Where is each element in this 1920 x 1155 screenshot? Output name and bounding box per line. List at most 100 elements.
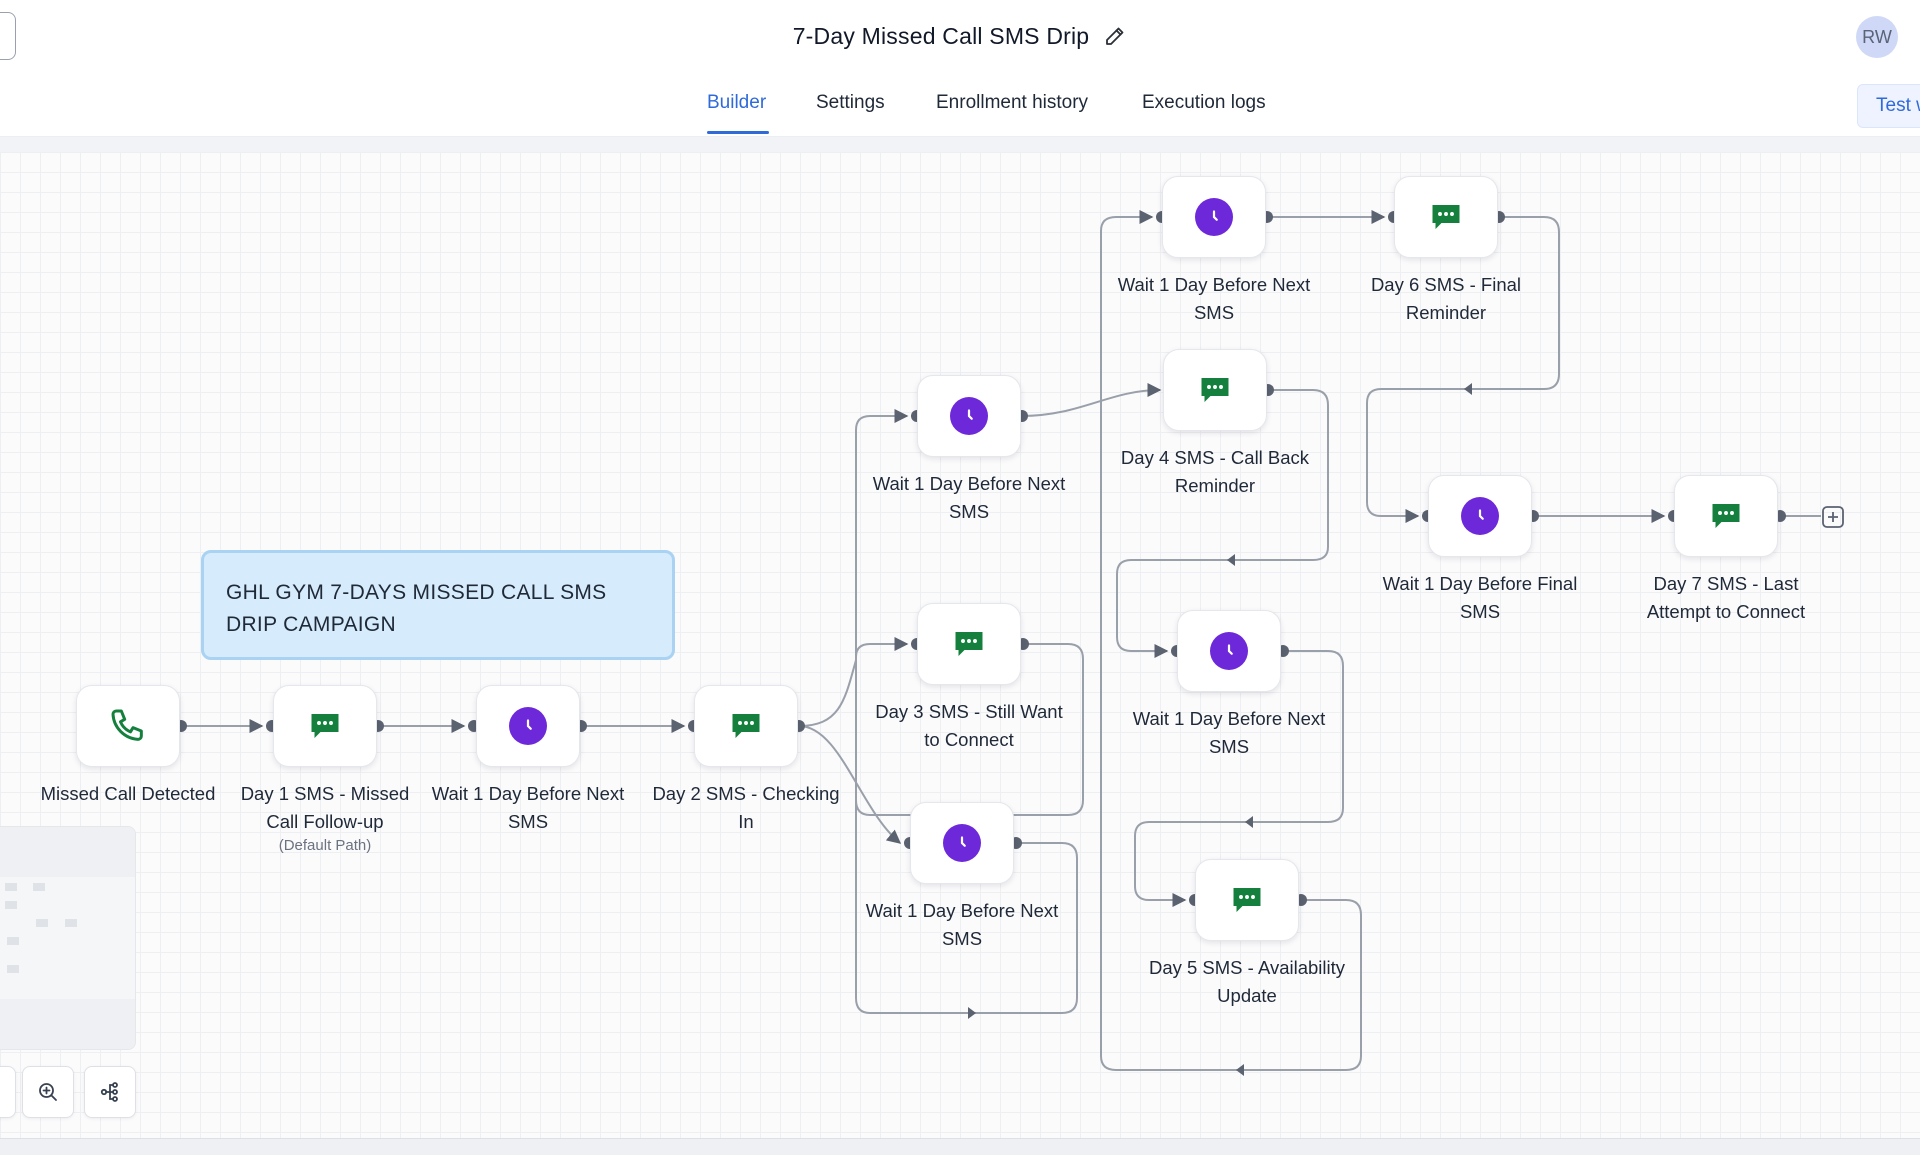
default-path-label: (Default Path): [278, 837, 372, 854]
sms-icon: [951, 626, 987, 662]
node-label-day4-line2: Reminder: [1174, 475, 1256, 496]
sms-icon: [1428, 199, 1464, 235]
node-label-wait4: Wait 1 Day Before Final SMS: [1370, 570, 1590, 626]
node-label-wait-a: Wait 1 Day Before Next SMS: [859, 470, 1079, 526]
node-label-wait-b: Wait 1 Day Before Next SMS: [1104, 271, 1324, 327]
canvas-top-strip: [0, 137, 1920, 152]
canvas-control-partial[interactable]: [0, 1066, 16, 1118]
campaign-note[interactable]: GHL GYM 7-DAYS MISSED CALL SMS DRIP CAMP…: [201, 550, 675, 660]
edit-pencil-icon[interactable]: [1103, 24, 1127, 48]
minimap-node: [5, 901, 17, 909]
action-node-day3-sms[interactable]: [917, 603, 1021, 685]
trigger-node-missed-call[interactable]: [76, 685, 180, 767]
minimap-node: [7, 965, 19, 973]
node-label-day3-line1: Day 3 SMS - Still Want: [875, 701, 1063, 722]
node-label-day4-line1: Day 4 SMS - Call Back: [1120, 447, 1310, 468]
minimap-header: [0, 827, 135, 877]
node-label-day5: Day 5 SMS - Availability Update: [1137, 954, 1357, 1010]
minimap-node: [36, 919, 48, 927]
clock-icon: [1461, 497, 1499, 535]
node-label-wait1: Wait 1 Day Before Next SMS: [418, 780, 638, 836]
node-label-day1: Day 1 SMS - Missed Call Follow-up: [215, 780, 435, 836]
node-label-wait4-line2: SMS: [1459, 601, 1501, 622]
node-label-wait-a-line1: Wait 1 Day Before Next: [872, 473, 1066, 494]
note-line-2: DRIP CAMPAIGN: [226, 613, 396, 636]
node-label-day2-line1: Day 2 SMS - Checking: [652, 783, 840, 804]
action-node-day4-sms[interactable]: [1163, 349, 1267, 431]
node-label-wait3: Wait 1 Day Before Next SMS: [1119, 705, 1339, 761]
minimap-node: [65, 919, 77, 927]
action-node-day2-sms[interactable]: [694, 685, 798, 767]
zoom-in-button[interactable]: [22, 1066, 74, 1118]
clock-icon: [950, 397, 988, 435]
clock-icon: [509, 707, 547, 745]
node-label-wait2-line1: Wait 1 Day Before Next: [865, 900, 1059, 921]
wait-node-1[interactable]: [476, 685, 580, 767]
sms-icon: [1708, 498, 1744, 534]
node-label-wait3-line2: SMS: [1208, 736, 1250, 757]
minimap-node: [33, 883, 45, 891]
auto-layout-button[interactable]: [84, 1066, 136, 1118]
node-label-day6: Day 6 SMS - Final Reminder: [1336, 271, 1556, 327]
action-node-day1-sms[interactable]: [273, 685, 377, 767]
node-label-day7: Day 7 SMS - Last Attempt to Connect: [1616, 570, 1836, 626]
node-label-wait1-line1: Wait 1 Day Before Next: [431, 783, 625, 804]
tab-enrollment-history[interactable]: Enrollment history: [936, 92, 1088, 114]
workflow-title: 7-Day Missed Call SMS Drip: [792, 22, 1090, 49]
tab-builder[interactable]: Builder: [707, 92, 766, 114]
node-label-day7-line1: Day 7 SMS - Last: [1653, 573, 1799, 594]
clock-icon: [1195, 198, 1233, 236]
node-label-day5-line2: Update: [1217, 985, 1277, 1006]
node-label-day2-line2: In: [738, 811, 754, 832]
zoom-in-icon: [39, 1083, 57, 1101]
node-label-wait4-line1: Wait 1 Day Before Final: [1382, 573, 1578, 594]
node-label-day4: Day 4 SMS - Call Back Reminder: [1105, 444, 1325, 500]
node-label-day7-line2: Attempt to Connect: [1646, 601, 1806, 622]
wait-node-3[interactable]: [1177, 610, 1281, 692]
node-label-wait2: Wait 1 Day Before Next SMS: [852, 897, 1072, 953]
note-line-1: GHL GYM 7-DAYS MISSED CALL SMS: [226, 581, 607, 604]
minimap-node: [7, 937, 19, 945]
active-tab-indicator: [707, 131, 769, 134]
app-header: 7-Day Missed Call SMS Drip RW: [0, 0, 1920, 73]
minimap-node: [5, 883, 17, 891]
clock-icon: [1210, 632, 1248, 670]
wait-node-4[interactable]: [1428, 475, 1532, 557]
tab-bar: Builder Settings Enrollment history Exec…: [0, 72, 1920, 137]
minimap-footer: [0, 999, 135, 1049]
action-node-day7-sms[interactable]: [1674, 475, 1778, 557]
node-label-wait-b-line2: SMS: [1193, 302, 1235, 323]
tab-settings[interactable]: Settings: [816, 92, 885, 114]
user-avatar[interactable]: RW: [1856, 16, 1898, 58]
node-label-day3: Day 3 SMS - Still Want to Connect: [859, 698, 1079, 754]
test-workflow-button[interactable]: Test w: [1857, 84, 1920, 128]
node-label-trigger: Missed Call Detected: [40, 783, 216, 804]
sms-icon: [307, 708, 343, 744]
wait-node-a[interactable]: [917, 375, 1021, 457]
tab-execution-logs[interactable]: Execution logs: [1142, 92, 1266, 114]
node-label-wait2-line2: SMS: [941, 928, 983, 949]
phone-icon: [111, 709, 143, 741]
action-node-day5-sms[interactable]: [1195, 859, 1299, 941]
node-label-day6-line1: Day 6 SMS - Final: [1370, 274, 1522, 295]
node-label-wait-a-line2: SMS: [948, 501, 990, 522]
sms-icon: [728, 708, 764, 744]
clock-icon: [943, 824, 981, 862]
node-label-wait3-line1: Wait 1 Day Before Next: [1132, 708, 1326, 729]
canvas-minimap[interactable]: [0, 826, 136, 1050]
node-label-day1-line1: Day 1 SMS - Missed: [240, 783, 410, 804]
node-label-day1-line2: Call Follow-up: [266, 811, 384, 832]
node-label-day6-line2: Reminder: [1405, 302, 1487, 323]
add-step-icon[interactable]: [1821, 505, 1845, 529]
node-label-wait1-line2: SMS: [507, 811, 549, 832]
sms-icon: [1229, 882, 1265, 918]
sms-icon: [1197, 372, 1233, 408]
node-label-day3-line2: to Connect: [924, 729, 1014, 750]
action-node-day6-sms[interactable]: [1394, 176, 1498, 258]
wait-node-2[interactable]: [910, 802, 1014, 884]
wait-node-b[interactable]: [1162, 176, 1266, 258]
title-wrap: 7-Day Missed Call SMS Drip: [0, 0, 1920, 72]
bottom-scrollbar[interactable]: [0, 1138, 1920, 1155]
node-label-wait-b-line1: Wait 1 Day Before Next: [1117, 274, 1311, 295]
node-label-day5-line1: Day 5 SMS - Availability: [1148, 957, 1346, 978]
